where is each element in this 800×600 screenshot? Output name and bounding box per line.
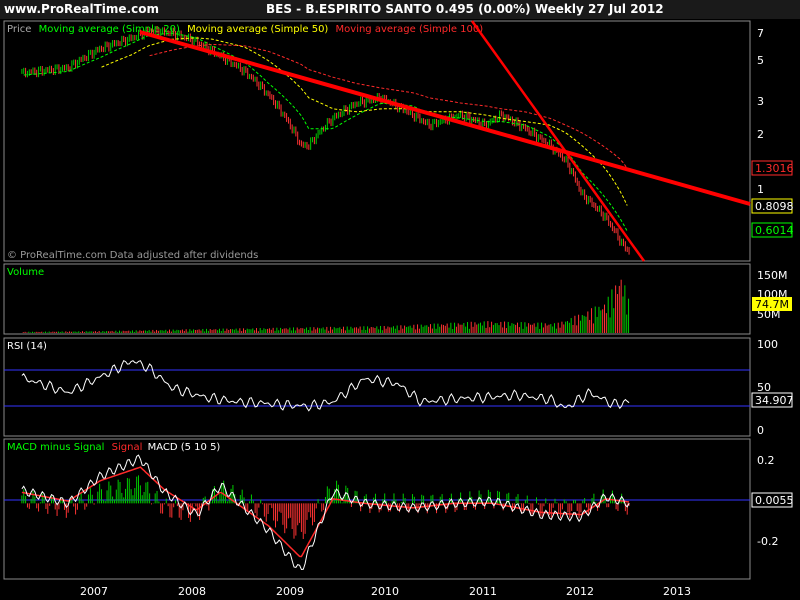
rsi-legend: RSI (14): [7, 341, 47, 352]
volume-tag: 74.7M: [755, 298, 789, 311]
macd-legend-signal: Signal: [112, 442, 143, 453]
legend-ma100: Moving average (Simple 100): [336, 24, 484, 35]
volume-ytick-150m: 150M: [757, 269, 788, 282]
price-ytick-7: 7: [757, 27, 764, 40]
ma50-tag: 0.8098: [755, 200, 794, 213]
macd-legend-hist: MACD minus Signal: [7, 442, 104, 453]
price-ytick-2: 2: [757, 128, 764, 141]
macd-panel[interactable]: [3, 438, 751, 580]
rsi-tag: 34.907: [755, 394, 794, 407]
legend-price: Price: [7, 24, 31, 35]
rsi-ytick-100: 100: [757, 338, 778, 351]
price-ytick-3: 3: [757, 95, 764, 108]
macd-legend: MACD minus Signal Signal MACD (5 10 5): [7, 442, 220, 453]
price-panel[interactable]: [3, 20, 751, 262]
macd-tag: 0.0055: [755, 494, 794, 507]
price-legend: Price Moving average (Simple 20) Moving …: [7, 24, 483, 35]
x-axis: 2007 2008 2009 2010 2011 2012 2013: [80, 585, 691, 598]
xtick-2012: 2012: [566, 585, 594, 598]
rsi-panel[interactable]: [3, 337, 751, 437]
macd-ytick-0.2: 0.2: [757, 454, 775, 467]
rsi-ytick-50: 50: [757, 381, 771, 394]
chart-canvas: 7 5 3 2 1 1.3016 0.8098 0.6014 Price Mov…: [3, 20, 794, 598]
macd-legend-macd: MACD (5 10 5): [148, 442, 221, 453]
ma100-tag: 1.3016: [755, 162, 794, 175]
xtick-2008: 2008: [178, 585, 206, 598]
price-footer: © ProRealTime.com Data adjusted after di…: [7, 250, 258, 261]
xtick-2011: 2011: [469, 585, 497, 598]
ma20-tag: 0.6014: [755, 224, 794, 237]
price-ytick-1: 1: [757, 183, 764, 196]
macd-ytick-neg0.2: -0.2: [757, 535, 778, 548]
xtick-2007: 2007: [80, 585, 108, 598]
volume-legend: Volume: [7, 267, 44, 278]
xtick-2010: 2010: [371, 585, 399, 598]
price-ytick-5: 5: [757, 54, 764, 67]
xtick-2009: 2009: [276, 585, 304, 598]
legend-ma50: Moving average (Simple 50): [187, 24, 328, 35]
xtick-2013: 2013: [663, 585, 691, 598]
rsi-ytick-0: 0: [757, 424, 764, 437]
volume-panel[interactable]: [3, 263, 751, 335]
